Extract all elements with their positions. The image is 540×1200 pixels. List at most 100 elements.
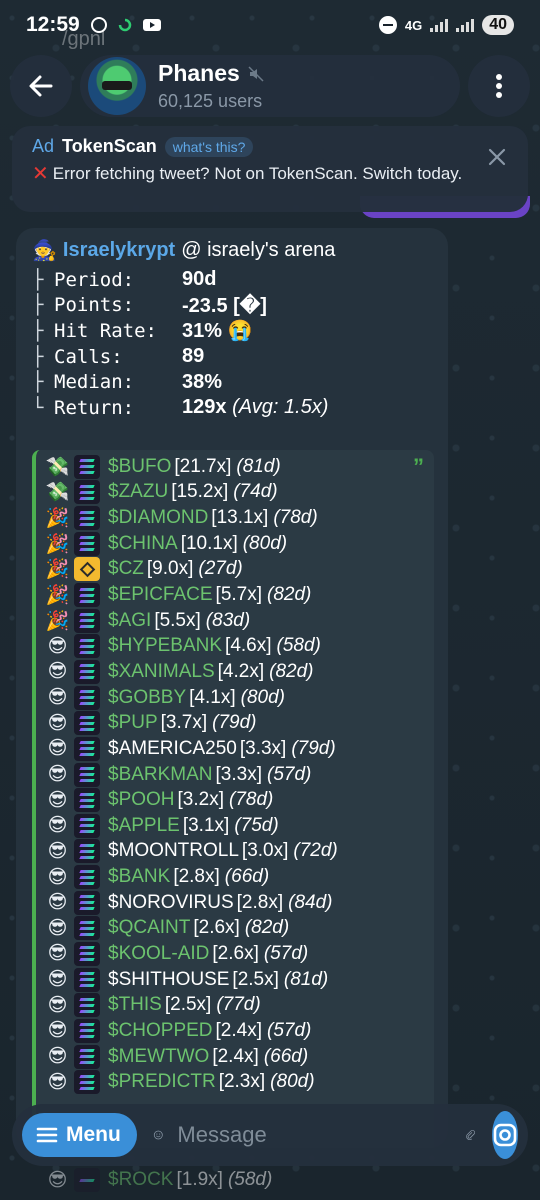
bnb-chain-icon bbox=[74, 557, 100, 582]
multiplier: [2.3x] bbox=[218, 1071, 266, 1093]
more-options-button[interactable] bbox=[468, 55, 530, 117]
days-held: (57d) bbox=[263, 942, 309, 964]
call-emoji-icon: 😎 bbox=[47, 1046, 68, 1068]
ad-close-button[interactable] bbox=[488, 148, 506, 171]
ticker-link[interactable]: $APPLE bbox=[108, 815, 180, 837]
call-row: 😎 $POOH [3.2x] (78d) bbox=[44, 787, 434, 813]
call-row: 🎉 $EPICFACE [5.7x] (82d) bbox=[44, 582, 434, 608]
call-row: 😎 $MEWTWO [2.4x] (66d) bbox=[44, 1044, 434, 1070]
solana-chain-icon bbox=[74, 993, 100, 1018]
call-emoji-icon: 😎 bbox=[47, 635, 68, 657]
ticker-link[interactable]: $DIAMOND bbox=[108, 507, 208, 529]
multiplier: [3.7x] bbox=[160, 712, 208, 734]
chat-title-area[interactable]: Phanes 60,125 users bbox=[80, 55, 460, 117]
call-row: 😎 $BANK [2.8x] (66d) bbox=[44, 864, 434, 890]
days-held: (81d) bbox=[236, 455, 281, 477]
ticker-link[interactable]: $XANIMALS bbox=[108, 661, 215, 683]
days-held: (78d) bbox=[229, 789, 274, 811]
days-held: (82d) bbox=[267, 584, 312, 606]
solana-chain-icon bbox=[74, 865, 100, 890]
ticker-link[interactable]: $THIS bbox=[108, 994, 162, 1016]
ticker-link[interactable]: $KOOL-AID bbox=[108, 943, 209, 965]
solana-chain-icon bbox=[74, 916, 100, 941]
multiplier: [3.2x] bbox=[177, 789, 225, 811]
multiplier: [4.1x] bbox=[189, 686, 236, 708]
call-row: 😎 $CHOPPED [2.4x] (57d) bbox=[44, 1018, 434, 1044]
ticker-link[interactable]: $BUFO bbox=[108, 456, 171, 478]
days-held: (75d) bbox=[234, 814, 279, 836]
signal-icon bbox=[430, 18, 449, 32]
multiplier: [3.3x] bbox=[239, 737, 287, 759]
ticker-link[interactable]: $HYPEBANK bbox=[108, 635, 222, 657]
signal-icon-2 bbox=[456, 18, 475, 32]
call-row: 😎 $MOONTROLL [3.0x] (72d) bbox=[44, 839, 434, 865]
tree-branch: ├ bbox=[32, 345, 44, 368]
sponsored-banner[interactable]: Ad TokenScan what's this? ✕ Error fetchi… bbox=[12, 126, 528, 212]
call-row: 😎 $KOOL-AID [2.6x] (57d) bbox=[44, 941, 434, 967]
message-bubble[interactable]: 🧙 Israelykrypt @ israely's arena ├ Period… bbox=[16, 228, 448, 1148]
tree-branch: ├ bbox=[32, 294, 44, 317]
mage-emoji-icon: 🧙 bbox=[32, 240, 57, 262]
stat-label: Return: bbox=[54, 396, 135, 419]
ticker-link[interactable]: $QCAINT bbox=[108, 917, 190, 939]
message-composer: Menu bbox=[12, 1104, 528, 1166]
solana-chain-icon bbox=[74, 1070, 100, 1095]
avatar[interactable] bbox=[88, 57, 146, 115]
ticker-link[interactable]: $PREDICTR bbox=[108, 1071, 216, 1093]
call-emoji-icon: 😎 bbox=[47, 866, 68, 888]
multiplier: [2.4x] bbox=[212, 1045, 259, 1067]
bot-menu-button[interactable]: Menu bbox=[22, 1113, 137, 1157]
call-row: 🎉 $DIAMOND [13.1x] (78d) bbox=[44, 505, 434, 531]
stat-value: 89 bbox=[182, 345, 205, 368]
status-bar: 12:59 4G 40 bbox=[0, 0, 540, 50]
solana-chain-icon bbox=[74, 685, 100, 710]
cross-mark-icon: ✕ bbox=[32, 163, 49, 185]
days-held: (72d) bbox=[293, 840, 338, 862]
caller-name-link[interactable]: Israelykrypt bbox=[63, 239, 175, 262]
days-held: (57d) bbox=[267, 763, 312, 785]
paperclip-icon[interactable] bbox=[465, 1118, 476, 1152]
ticker-link[interactable]: $BANK bbox=[108, 866, 170, 888]
multiplier: [10.1x] bbox=[180, 532, 238, 554]
days-held: (82d) bbox=[269, 660, 314, 682]
ticker-link[interactable]: $CHINA bbox=[108, 533, 178, 555]
stat-value: -23.5 [�] bbox=[182, 294, 267, 317]
stat-row: ├ Calls: 89 bbox=[32, 344, 432, 370]
days-held: (83d) bbox=[205, 609, 251, 631]
ticker-link[interactable]: $GOBBY bbox=[108, 687, 186, 709]
ticker-link[interactable]: $AGI bbox=[108, 610, 151, 632]
multiplier: [21.7x] bbox=[174, 455, 232, 477]
ticker-link[interactable]: $CHOPPED bbox=[108, 1020, 213, 1042]
solana-chain-icon bbox=[74, 890, 100, 915]
ticker-link[interactable]: $EPICFACE bbox=[108, 584, 213, 606]
ticker-link[interactable]: $MEWTWO bbox=[108, 1046, 209, 1068]
camera-button[interactable] bbox=[491, 1111, 518, 1159]
call-row: 💸 $ZAZU [15.2x] (74d) bbox=[44, 480, 434, 506]
multiplier: [5.5x] bbox=[154, 609, 201, 631]
call-row: 😎 $NOROVIRUS [2.8x] (84d) bbox=[44, 890, 434, 916]
camera-icon bbox=[493, 1123, 517, 1147]
whatsapp-icon bbox=[90, 17, 107, 33]
ticker-link[interactable]: $PUP bbox=[108, 712, 158, 734]
message-input[interactable] bbox=[177, 1122, 466, 1148]
tree-branch: └ bbox=[32, 396, 44, 419]
member-count: 60,125 users bbox=[158, 91, 263, 111]
ticker-link[interactable]: $CZ bbox=[108, 558, 144, 580]
ticker-link[interactable]: $ZAZU bbox=[108, 481, 168, 503]
call-row: 😎 $APPLE [3.1x] (75d) bbox=[44, 813, 434, 839]
ticker-link: $AMERICA250 bbox=[108, 737, 237, 759]
emoji-icon[interactable] bbox=[153, 1118, 164, 1152]
stat-label: Period: bbox=[54, 268, 135, 291]
ticker-link: $NOROVIRUS bbox=[108, 891, 234, 913]
whats-this-link[interactable]: what's this? bbox=[164, 136, 254, 157]
multiplier: [3.0x] bbox=[241, 840, 289, 862]
ticker-link[interactable]: $POOH bbox=[108, 789, 175, 811]
solana-chain-icon bbox=[74, 1018, 100, 1043]
quote-icon: ” bbox=[413, 454, 424, 479]
multiplier: [4.6x] bbox=[225, 635, 272, 657]
solana-chain-icon bbox=[74, 454, 100, 479]
ticker-link[interactable]: $BARKMAN bbox=[108, 764, 213, 786]
multiplier: [2.5x] bbox=[232, 968, 279, 990]
days-held: (66d) bbox=[224, 866, 270, 888]
back-button[interactable] bbox=[10, 55, 72, 117]
